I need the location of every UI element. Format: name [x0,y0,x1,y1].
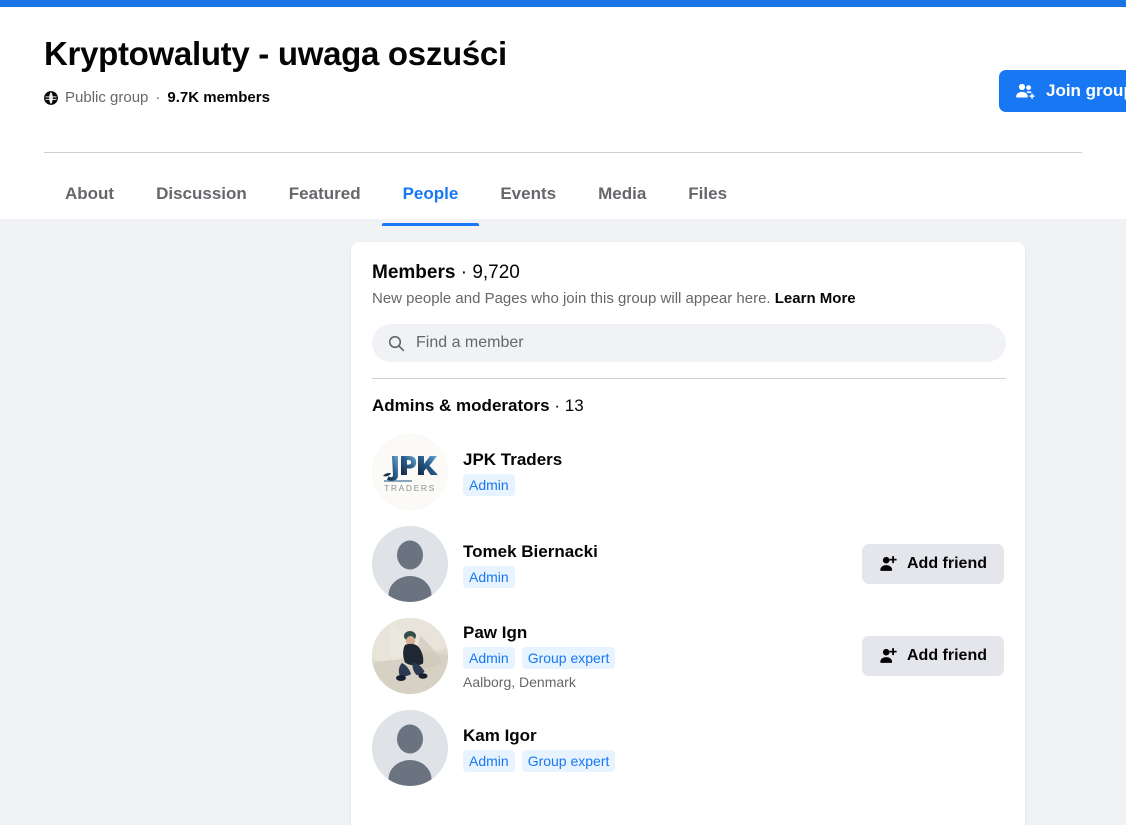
member-name[interactable]: Paw Ign [463,622,862,643]
member-name[interactable]: Kam Igor [463,725,1004,746]
group-title: Kryptowaluty - uwaga oszuści [44,35,507,72]
default-avatar-icon [372,526,448,602]
learn-more-link[interactable]: Learn More [775,290,856,307]
table-row[interactable]: TRADERS JPK Traders Admin [372,426,1004,518]
member-info: Paw Ign Admin Group expert Aalborg, Denm… [463,622,862,690]
tab-files[interactable]: Files [667,162,748,226]
group-privacy-label: Public group [65,89,149,106]
join-group-label: Join group [1046,81,1126,100]
members-heading-label: Members [372,262,456,283]
status-badge: Admin [463,647,515,669]
avatar[interactable] [372,618,448,694]
tab-featured-label: Featured [288,184,361,203]
admins-section-count: 13 [564,396,584,415]
person-add-icon [879,647,897,665]
group-meta: Public group · 9.7K members [44,89,270,106]
members-description: New people and Pages who join this group… [372,289,1004,309]
page-root: Kryptowaluty - uwaga oszuści Public grou… [0,0,1126,825]
avatar[interactable] [372,526,448,602]
tab-files-label: Files [688,184,728,203]
member-badges: Admin [463,473,1004,496]
tab-people[interactable]: People [381,162,480,226]
table-row[interactable]: Tomek Biernacki Admin Add friend [372,518,1004,610]
add-friend-label: Add friend [907,555,987,572]
members-card: Members · 9,720 New people and Pages who… [351,242,1025,825]
join-group-button[interactable]: Join group [999,70,1126,112]
tab-events-label: Events [500,184,557,203]
add-friend-button[interactable]: Add friend [862,544,1004,584]
avatar[interactable] [372,710,448,786]
tab-about[interactable]: About [44,162,135,226]
status-badge: Admin [463,749,515,772]
header-divider [44,152,1082,153]
table-row[interactable]: Paw Ign Admin Group expert Aalborg, Denm… [372,610,1004,702]
globe-icon [44,90,58,105]
member-name[interactable]: JPK Traders [463,449,1004,470]
members-heading: Members · 9,720 [372,262,1004,284]
members-description-text: New people and Pages who join this group… [372,290,771,307]
member-badges: Admin Group expert [463,749,1004,772]
member-location: Aalborg, Denmark [463,674,576,690]
tab-discussion-label: Discussion [156,184,247,203]
member-search-input[interactable] [416,334,990,352]
group-header: Kryptowaluty - uwaga oszuści Public grou… [0,7,1126,226]
member-badges: Admin Group expert [463,647,862,669]
tab-discussion[interactable]: Discussion [135,162,268,226]
member-badges: Admin [463,565,862,588]
tab-media-label: Media [598,184,647,203]
group-member-count[interactable]: 9.7K members [167,89,270,106]
meta-separator: · [155,89,161,106]
people-add-icon [1015,81,1035,101]
person-add-icon [879,555,897,573]
jpk-traders-logo-icon: TRADERS [372,434,448,510]
group-nav-tabs: About Discussion Featured People Events … [44,162,748,226]
admins-section-title: Admins & moderators · 13 [372,396,1004,416]
browser-top-bar [0,0,1126,7]
member-info: Kam Igor Admin Group expert [463,725,1004,772]
member-search-box[interactable] [372,324,1006,362]
status-badge: Group expert [521,749,616,772]
tab-events[interactable]: Events [479,162,577,226]
tab-media[interactable]: Media [577,162,667,226]
card-divider [372,378,1006,379]
search-icon [388,335,405,352]
member-list: TRADERS JPK Traders Admin Tomek Biernack… [372,426,1004,794]
member-name[interactable]: Tomek Biernacki [463,541,862,562]
default-avatar-icon [372,710,448,786]
member-info: JPK Traders Admin [463,449,1004,496]
tab-featured[interactable]: Featured [268,162,382,226]
profile-photo-icon [372,618,448,694]
tab-people-label: People [402,184,459,203]
members-heading-count: 9,720 [472,262,520,283]
add-friend-label: Add friend [907,647,987,664]
status-badge: Admin [463,565,515,588]
member-info: Tomek Biernacki Admin [463,541,862,588]
svg-text:TRADERS: TRADERS [384,483,436,493]
admins-section-label: Admins & moderators [372,396,550,415]
status-badge: Admin [463,473,515,496]
add-friend-button[interactable]: Add friend [862,636,1004,676]
status-badge: Group expert [521,647,616,669]
tab-about-label: About [65,184,115,203]
avatar[interactable]: TRADERS [372,434,448,510]
table-row[interactable]: Kam Igor Admin Group expert [372,702,1004,794]
